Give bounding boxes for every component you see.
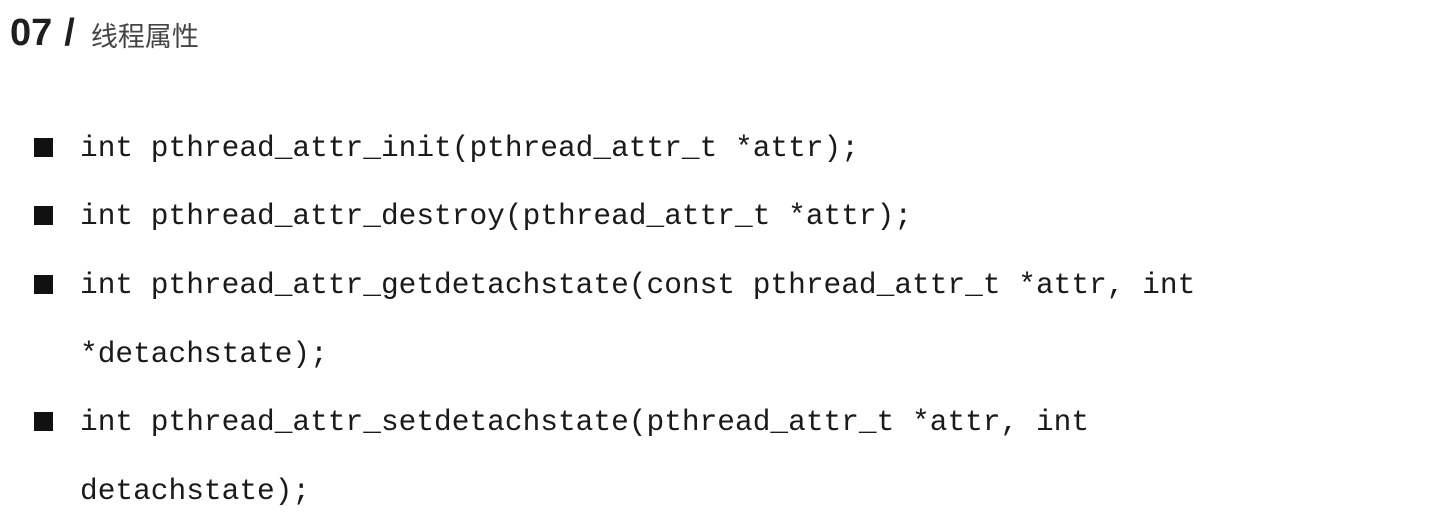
section-number: 07 [10, 11, 53, 54]
square-bullet-icon [34, 412, 53, 431]
code-line-getdetachstate-cont: *detachstate); [80, 337, 328, 371]
code-line-destroy: int pthread_attr_destroy(pthread_attr_t … [80, 199, 913, 233]
code-line-init: int pthread_attr_init(pthread_attr_t *at… [80, 131, 859, 165]
section-header: 07 / 线程属性 [10, 8, 199, 58]
code-line-setdetachstate-cont: detachstate); [80, 474, 311, 508]
square-bullet-icon [34, 138, 53, 157]
code-line-setdetachstate: int pthread_attr_setdetachstate(pthread_… [80, 405, 1090, 439]
square-bullet-icon [34, 275, 53, 294]
square-bullet-icon [34, 206, 53, 225]
section-title: 线程属性 [90, 21, 199, 53]
code-line-getdetachstate: int pthread_attr_getdetachstate(const pt… [80, 268, 1196, 302]
section-separator: / [64, 11, 75, 54]
